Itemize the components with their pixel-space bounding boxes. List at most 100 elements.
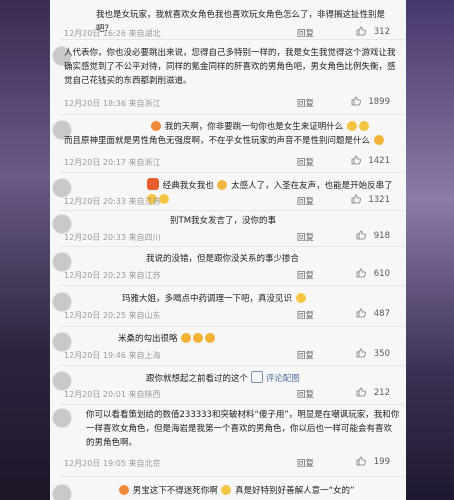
like-count: 610: [373, 269, 390, 279]
like-button[interactable]: 487: [356, 308, 390, 319]
like-button[interactable]: 1421: [351, 155, 390, 166]
comment-text: 男宝这下不得迷死你啊: [132, 486, 218, 496]
comment-meta: 12月20日 19:46 来自上海 回复 350: [64, 348, 400, 362]
like-button[interactable]: 918: [356, 230, 390, 241]
rose-emoji-icon: [151, 121, 161, 131]
like-count: 487: [373, 309, 390, 319]
like-button[interactable]: 312: [356, 26, 390, 37]
comment-time: 12月20日 20:23 来自江苏: [64, 271, 161, 280]
comment-text-line1: 我的天啊，你非要跳一句你也是女生来证明什么: [150, 120, 400, 134]
comment-text: 我的天啊，你非要跳一句你也是女生来证明什么: [164, 122, 344, 132]
like-icon: [351, 155, 361, 165]
comment-time: 12月20日 20:25 来自山东: [64, 311, 161, 320]
comment-text: 米桑的勾出很略: [118, 334, 178, 344]
laugh-emoji-icon: [221, 485, 232, 495]
laugh-emoji-icon: [346, 121, 357, 131]
like-count: 1899: [368, 97, 390, 107]
reply-button[interactable]: 回复: [297, 388, 314, 400]
comment-time: 12月20日 18:36 来自浙江: [64, 99, 161, 108]
laugh-emoji-icon: [295, 293, 306, 303]
comment-time: 12月20日 20:17 来自浙江: [64, 158, 161, 167]
comment-meta: 12月20日 18:36 来自浙江 回复 1899: [64, 96, 400, 110]
comment-time: 12月20日 16:26 来自湖北: [64, 29, 161, 38]
comment-text: 人代表你，你也没必要跳出来说，您得自己多特别一样的，我是女生我觉得这个游戏让我确…: [64, 48, 396, 86]
divider: [60, 326, 406, 327]
like-button[interactable]: 610: [356, 268, 390, 279]
image-link[interactable]: 评论配图: [266, 374, 300, 384]
comment-time: 12月20日 20:33 来自江苏: [64, 197, 161, 206]
comment-meta: 12月20日 16:26 来自湖北 回复 312: [64, 26, 400, 40]
comment-meta: 12月20日 20:17 来自浙江 回复 1421: [64, 155, 400, 169]
divider: [60, 210, 406, 211]
like-count: 199: [373, 457, 390, 467]
reply-button[interactable]: 回复: [297, 269, 314, 281]
like-icon: [356, 348, 367, 358]
comment-text: 玛雅大姐，多喝点中药调理一下吧，真没见识: [122, 294, 293, 304]
like-icon: [351, 96, 361, 106]
comment-text: 你可以看看策划给的数值233333和突破材料“傻子用”，明显是在嘲讽玩家，我和你…: [86, 410, 400, 448]
smile-emoji-icon: [193, 333, 204, 343]
wow-emoji-icon: [217, 180, 228, 190]
comment-text-continued: 而且原神里面就是男性角色无强度啊，不在乎女性玩家的声音不是性别问题是什么: [64, 136, 371, 146]
divider: [60, 246, 406, 247]
reply-button[interactable]: 回复: [297, 97, 314, 109]
like-icon: [351, 194, 361, 204]
comment-text-line: 玛雅大姐，多喝点中药调理一下吧，真没见识: [122, 292, 400, 306]
smile-emoji-icon: [181, 333, 192, 343]
comment-meta: 12月20日 20:33 来自江苏 回复 1321: [64, 194, 400, 208]
comment-text-continued: 真是好特别好善解人意一“女的”: [235, 486, 355, 496]
avatar[interactable]: [52, 484, 72, 500]
like-count: 1421: [368, 156, 390, 166]
comment-time: 12月20日 19:05 来自北京: [64, 459, 161, 468]
fire-emoji-icon: [147, 178, 159, 190]
like-count: 918: [373, 231, 390, 241]
divider: [60, 285, 406, 286]
like-icon: [356, 308, 367, 318]
like-icon: [356, 26, 367, 36]
divider: [60, 365, 406, 366]
comment-text-continued: 太感人了，入圣在友声，也能是开始反串了: [231, 181, 393, 191]
comment-text: 跟你就想起之前看过的这个: [146, 374, 249, 384]
comment-meta: 12月20日 20:01 来自陕西 回复 212: [64, 387, 400, 401]
laugh-emoji-icon: [358, 121, 369, 131]
comment-time: 12月20日 19:46 来自上海: [64, 351, 161, 360]
like-icon: [356, 230, 367, 240]
like-button[interactable]: 199: [356, 456, 390, 467]
like-count: 350: [373, 349, 390, 359]
right-background-strip: [404, 0, 454, 500]
comment-meta: 12月20日 19:05 来自北京 回复 199: [64, 456, 400, 470]
divider: [60, 39, 406, 40]
like-icon: [356, 387, 367, 397]
comment-text-line: 米桑的勾出很略: [118, 332, 400, 346]
reply-button[interactable]: 回复: [297, 457, 314, 469]
reply-button[interactable]: 回复: [297, 309, 314, 321]
comment-meta: 12月20日 20:25 来自山东 回复 487: [64, 308, 400, 322]
like-button[interactable]: 1899: [351, 96, 390, 107]
comment-meta: 12月20日 20:33 来自四川 回复 918: [64, 230, 400, 244]
reply-button[interactable]: 回复: [297, 156, 314, 168]
like-button[interactable]: 350: [356, 348, 390, 359]
comment-meta: 12月20日 20:23 来自江苏 回复 610: [64, 268, 400, 282]
reply-button[interactable]: 回复: [297, 231, 314, 243]
smile-emoji-icon: [205, 333, 216, 343]
avatar[interactable]: [52, 408, 72, 428]
comment-text-line: 跟你就想起之前看过的这个 评论配图: [146, 371, 400, 386]
comment-list: 我也是女玩家，我就喜欢女角色我也喜欢玩女角色怎么了，非得搁这扯性别是吧？ 12月…: [50, 0, 406, 500]
reply-button[interactable]: 回复: [297, 349, 314, 361]
like-button[interactable]: 212: [356, 387, 390, 398]
divider: [60, 404, 406, 405]
like-icon: [356, 456, 367, 466]
comment-time: 12月20日 20:33 来自四川: [64, 233, 161, 242]
rose-emoji-icon: [119, 485, 129, 495]
divider: [60, 476, 406, 477]
divider: [60, 114, 406, 115]
like-count: 1321: [368, 195, 390, 205]
comment-text-line: 男宝这下不得迷死你啊 真是好特别好善解人意一“女的”: [118, 484, 400, 498]
comment-text: 经典我女我也: [162, 181, 214, 191]
like-count: 312: [373, 27, 390, 37]
comment-time: 12月20日 20:01 来自陕西: [64, 390, 161, 399]
reply-button[interactable]: 回复: [297, 195, 314, 207]
left-background-strip: [0, 0, 50, 500]
reply-button[interactable]: 回复: [297, 27, 314, 39]
like-button[interactable]: 1321: [351, 194, 390, 205]
